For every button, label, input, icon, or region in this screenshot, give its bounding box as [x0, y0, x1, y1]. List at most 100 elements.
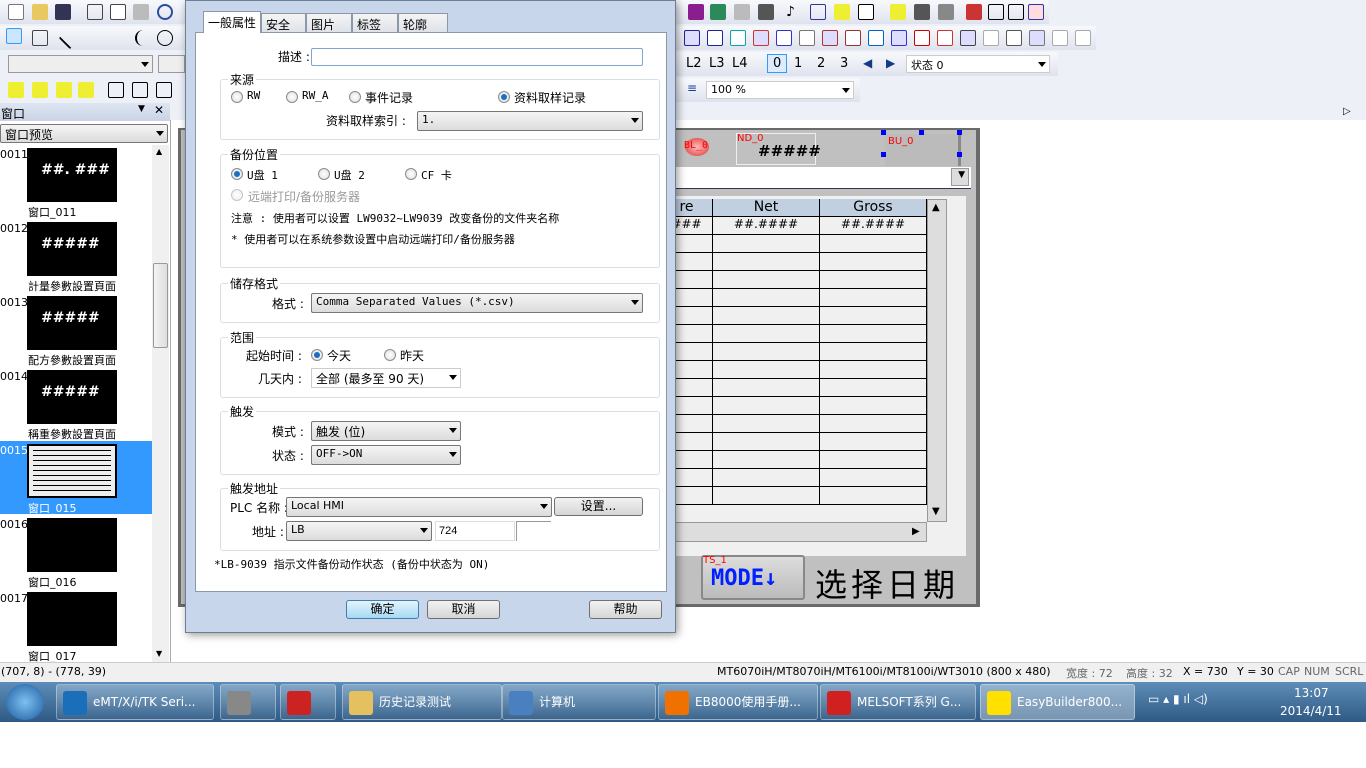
doc-icon[interactable]	[988, 4, 1004, 20]
object-tool-icon[interactable]	[1052, 30, 1068, 46]
selection-handle[interactable]	[881, 152, 886, 157]
today-radio[interactable]	[311, 349, 323, 361]
align-icon[interactable]	[8, 82, 24, 98]
trigger-state-select[interactable]: OFF->ON	[311, 445, 461, 465]
description-input[interactable]	[311, 48, 643, 66]
state-2-button[interactable]: 2	[817, 56, 825, 71]
paste-icon[interactable]	[133, 4, 149, 20]
object-tool-icon[interactable]	[960, 30, 976, 46]
clock-date[interactable]: 2014/4/11	[1280, 704, 1342, 718]
selection-handle[interactable]	[919, 130, 924, 135]
address-input[interactable]	[435, 521, 515, 541]
window-view-select[interactable]: 窗口预览	[0, 124, 168, 143]
copy-icon[interactable]	[110, 4, 126, 20]
font-combo[interactable]	[8, 55, 153, 73]
object-tool-icon[interactable]	[914, 30, 930, 46]
taskbar-item[interactable]: EB8000使用手册...	[658, 684, 818, 720]
days-select[interactable]: 全部 (最多至 90 天)	[311, 368, 461, 388]
date-combo[interactable]: ▼	[661, 167, 971, 189]
object-tool-icon[interactable]	[983, 30, 999, 46]
address-extra-field[interactable]	[516, 521, 551, 541]
trigger-mode-select[interactable]: 触发 (位)	[311, 421, 461, 441]
next-state-icon[interactable]: ▶	[886, 56, 895, 70]
polyline-icon[interactable]	[88, 30, 104, 46]
window-list-item[interactable]: 0012 ##### 計量參數設置頁面	[0, 219, 152, 293]
scroll-thumb[interactable]	[153, 263, 168, 348]
property-icon[interactable]	[32, 30, 48, 46]
zoom-combo[interactable]: 100 %	[706, 81, 854, 99]
object-tool-icon[interactable]	[1029, 30, 1045, 46]
object-tool-icon[interactable]	[684, 30, 700, 46]
remote-server-radio[interactable]	[231, 189, 243, 201]
cut-icon[interactable]	[87, 4, 103, 20]
tab-3[interactable]: 标签	[352, 13, 398, 33]
object-tool-icon[interactable]	[937, 30, 953, 46]
db-icon[interactable]	[734, 4, 750, 20]
taskbar-item[interactable]: eMT/X/i/TK Seri...	[56, 684, 214, 720]
help-button[interactable]: 帮助	[589, 600, 662, 619]
window-list-item[interactable]: 0017 窗口_017	[0, 589, 152, 662]
tab-2[interactable]: 图片	[306, 13, 352, 33]
clipboard-icon[interactable]	[966, 4, 982, 20]
music-icon[interactable]: ♪	[786, 4, 802, 20]
object-tool-icon[interactable]	[707, 30, 723, 46]
panel-menu-icon[interactable]: ▼	[138, 104, 145, 114]
format-select[interactable]: Comma Separated Values (*.csv)	[311, 293, 643, 313]
circle-icon[interactable]	[157, 30, 173, 46]
source-radio-3[interactable]	[498, 91, 510, 103]
edit-icon[interactable]	[858, 4, 874, 20]
source-radio-0[interactable]	[231, 91, 243, 103]
taskbar-item[interactable]: EasyBuilder800...	[980, 684, 1135, 720]
plc-settings-button[interactable]: 设置...	[554, 497, 643, 516]
transfer-icon[interactable]	[938, 4, 954, 20]
object-tool-icon[interactable]	[1075, 30, 1091, 46]
window-list-item[interactable]: 0013 ##### 配方參數設置頁面	[0, 293, 152, 367]
state-0-button[interactable]: 0	[767, 54, 788, 73]
ok-button[interactable]: 确定	[346, 600, 419, 619]
calendar-icon[interactable]	[1028, 4, 1044, 20]
state-combo[interactable]: 状态 0	[906, 55, 1050, 73]
object-tool-icon[interactable]	[822, 30, 838, 46]
object-tool-icon[interactable]	[776, 30, 792, 46]
save-icon[interactable]	[55, 4, 71, 20]
distribute-icon[interactable]	[156, 82, 172, 98]
table-icon[interactable]	[810, 4, 826, 20]
distribute-icon[interactable]	[132, 82, 148, 98]
backup-radio-0[interactable]	[231, 168, 243, 180]
date-combo-arrow-icon[interactable]: ▼	[958, 170, 965, 180]
taskbar-item[interactable]: MELSOFT系列 G...	[820, 684, 976, 720]
layer-l4-button[interactable]: L4	[732, 56, 748, 71]
window-list-scrollbar[interactable]: ▲ ▼	[152, 145, 169, 662]
object-tool-icon[interactable]	[799, 30, 815, 46]
layer-l3-button[interactable]: L3	[709, 56, 725, 71]
prev-state-icon[interactable]: ◀	[863, 56, 872, 70]
panel-close-icon[interactable]: ✕	[154, 103, 164, 117]
arc-icon[interactable]	[135, 30, 151, 46]
window-list-item[interactable]: 0011 ##. ### 窗口_011	[0, 145, 152, 219]
size-combo[interactable]	[158, 55, 185, 73]
open-icon[interactable]	[32, 4, 48, 20]
object-tool-icon[interactable]	[891, 30, 907, 46]
object-tool-icon[interactable]	[845, 30, 861, 46]
object-tool-icon[interactable]	[753, 30, 769, 46]
source-radio-1[interactable]	[286, 91, 298, 103]
yesterday-radio[interactable]	[384, 349, 396, 361]
backup-radio-1[interactable]	[318, 168, 330, 180]
picture-icon[interactable]	[710, 4, 726, 20]
selection-handle[interactable]	[957, 130, 962, 135]
tab-4[interactable]: 轮廓	[398, 13, 448, 33]
selection-handle[interactable]	[957, 152, 962, 157]
address-type-select[interactable]: LB	[286, 521, 432, 541]
scroll-down-icon[interactable]: ▼	[156, 649, 162, 658]
window-list-item[interactable]: 0016 窗口_016	[0, 515, 152, 589]
align-icon[interactable]	[78, 82, 94, 98]
state-1-button[interactable]: 1	[794, 56, 802, 71]
window-list-item[interactable]: 0015 窗口_015	[0, 441, 152, 515]
sample-index-select[interactable]: 1.	[417, 111, 643, 131]
clock-time[interactable]: 13:07	[1294, 686, 1329, 700]
object-tool-icon[interactable]	[1006, 30, 1022, 46]
cabinet-icon[interactable]	[758, 4, 774, 20]
selection-handle[interactable]	[881, 130, 886, 135]
cancel-button[interactable]: 取消	[427, 600, 500, 619]
home-icon[interactable]	[1008, 4, 1024, 20]
